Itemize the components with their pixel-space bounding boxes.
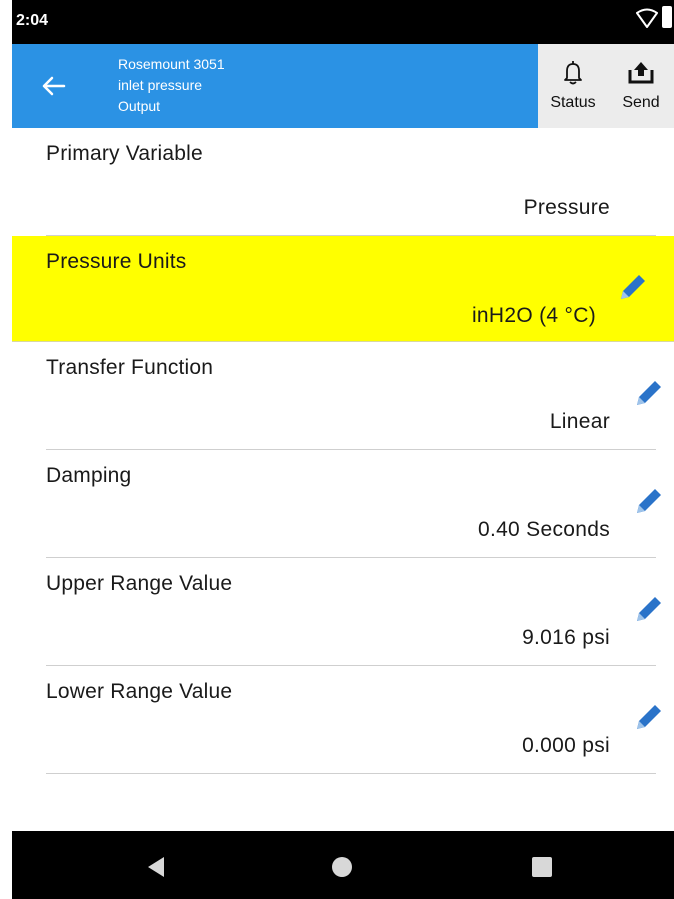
row-value: Linear	[549, 410, 610, 433]
title-device: Rosemount 3051	[118, 56, 225, 72]
title-section: Output	[118, 98, 161, 114]
row-label: Upper Range Value	[46, 572, 233, 595]
output-parameter-list: Primary Variable Pressure Pressure Units…	[12, 128, 674, 774]
nav-home-icon[interactable]	[328, 853, 356, 881]
device-screen: 2:04 Rosemount 3051 inlet pressure Outpu…	[12, 0, 674, 899]
pencil-icon[interactable]	[616, 270, 650, 304]
row-value: inH2O (4 °C)	[471, 304, 596, 327]
row-value: Pressure	[523, 196, 610, 219]
row-pressure-units[interactable]: Pressure Units inH2O (4 °C)	[12, 236, 674, 342]
pencil-icon[interactable]	[632, 700, 666, 734]
status-time: 2:04	[16, 12, 49, 29]
battery-icon	[662, 6, 672, 28]
row-value: 0.40 Seconds	[477, 518, 610, 541]
row-label: Lower Range Value	[46, 680, 233, 703]
pencil-icon[interactable]	[632, 592, 666, 626]
nav-recents-icon[interactable]	[528, 853, 556, 881]
nav-back-icon[interactable]	[142, 853, 170, 881]
row-value: 0.000 psi	[522, 734, 610, 757]
row-label: Primary Variable	[46, 142, 203, 165]
row-upper-range-value[interactable]: Upper Range Value 9.016 psi	[46, 558, 661, 666]
app-bar-title: Rosemount 3051 inlet pressure Output	[118, 54, 225, 117]
system-nav-bar	[12, 831, 674, 899]
back-arrow-icon[interactable]	[34, 68, 74, 104]
send-button[interactable]: Send	[608, 44, 674, 128]
status-button[interactable]: Status	[538, 44, 608, 128]
status-label: Status	[550, 94, 596, 111]
row-label: Pressure Units	[46, 250, 187, 273]
pencil-icon[interactable]	[632, 376, 666, 410]
row-value: 9.016 psi	[522, 626, 610, 649]
row-damping[interactable]: Damping 0.40 Seconds	[46, 450, 661, 558]
row-primary-variable: Primary Variable Pressure	[46, 128, 656, 236]
row-lower-range-value[interactable]: Lower Range Value 0.000 psi	[46, 666, 661, 774]
wifi-icon	[636, 8, 658, 28]
row-label: Transfer Function	[46, 356, 214, 379]
row-label: Damping	[46, 464, 132, 487]
row-transfer-function[interactable]: Transfer Function Linear	[46, 342, 661, 450]
status-bar: 2:04	[12, 0, 674, 44]
app-bar: Rosemount 3051 inlet pressure Output Sta…	[12, 44, 674, 128]
app-bar-actions: Status Send	[538, 44, 674, 128]
title-tag: inlet pressure	[118, 77, 203, 93]
bell-icon	[564, 61, 582, 85]
send-label: Send	[622, 94, 660, 111]
upload-icon	[628, 62, 654, 84]
pencil-icon[interactable]	[632, 484, 666, 518]
